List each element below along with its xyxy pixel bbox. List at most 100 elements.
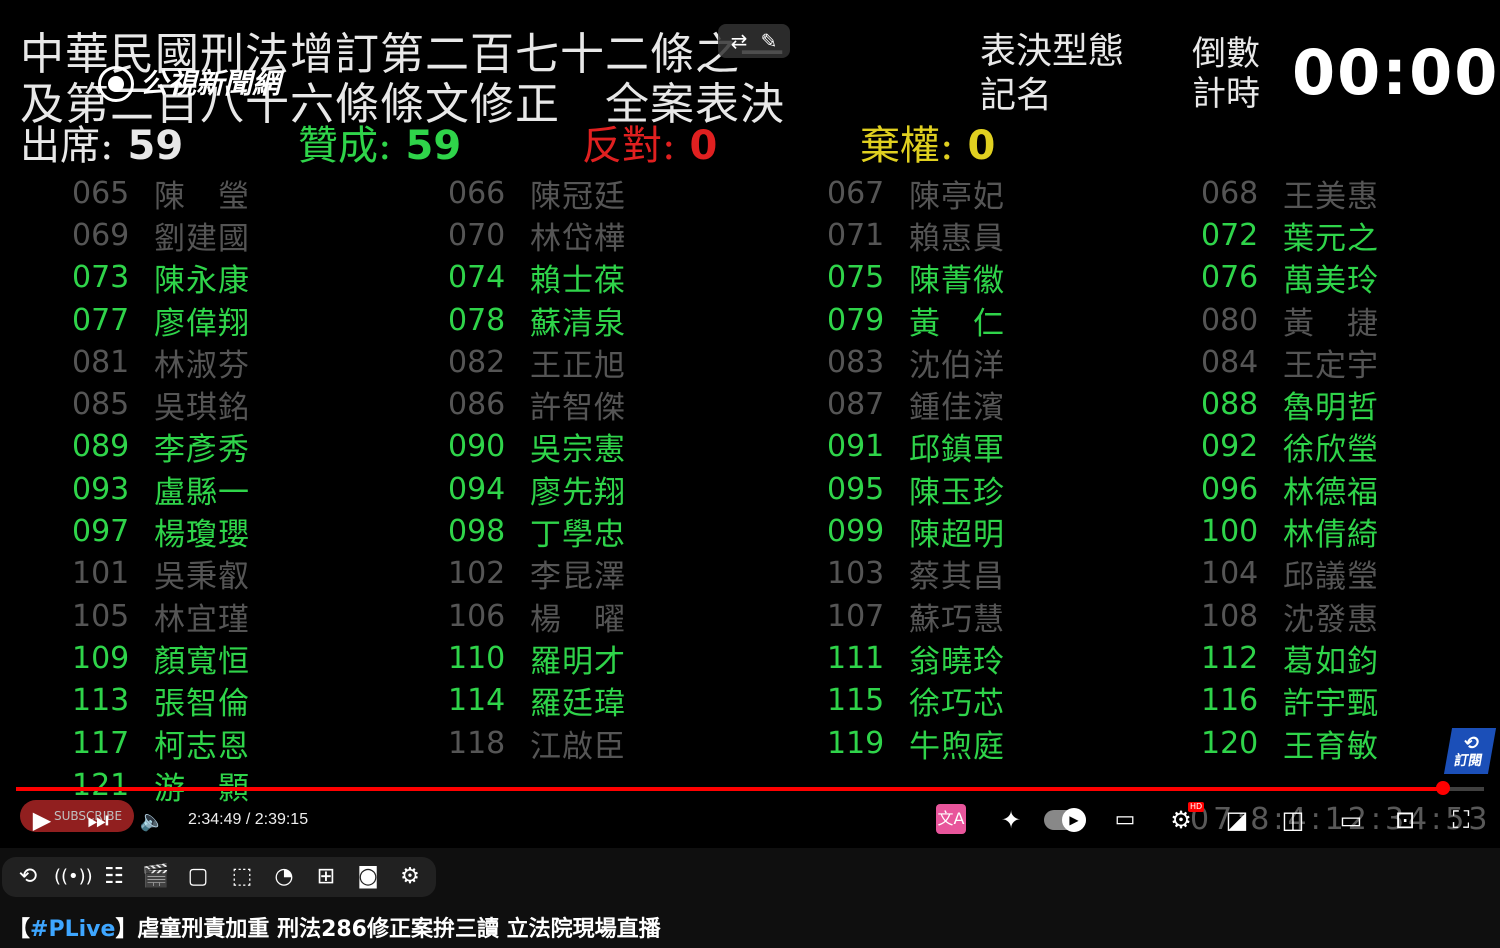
legislator-name: 李彥秀: [154, 432, 250, 469]
legislator-name: 楊 曜: [530, 601, 626, 638]
legislator-name: 廖偉翔: [154, 305, 250, 342]
loop-icon[interactable]: ⟲: [12, 861, 44, 893]
legislator-name: 陳超明: [909, 517, 1005, 554]
legislator-name: 陳 瑩: [154, 178, 250, 215]
dotted-frame-icon[interactable]: ⬚: [226, 861, 258, 893]
legislator-entry: 072 葉元之: [1201, 214, 1500, 257]
sparkle-frame-icon[interactable]: ⊞: [310, 861, 342, 893]
vote-type-block: 表決型態 記名: [980, 30, 1124, 118]
legislator-entry: 114 羅廷瑋: [448, 680, 808, 722]
seat-number: 089: [72, 429, 130, 465]
seat-number: 065: [72, 175, 130, 211]
seat-number: 091: [827, 429, 885, 465]
legislator-name: 羅明才: [530, 643, 626, 680]
legislator-entry: 094 廖先翔: [448, 468, 808, 511]
seat-number: 107: [827, 598, 885, 634]
miniplayer-icon[interactable]: ◪: [1222, 802, 1252, 838]
vote-type-label: 表決型態: [980, 31, 1125, 72]
stat-abstain-label: 棄權:: [860, 123, 954, 169]
pip-icon[interactable]: ◫: [1278, 802, 1308, 838]
seat-number: 086: [448, 387, 506, 423]
legislator-entry: 112 葛如鈞: [1201, 637, 1500, 680]
gear-icon[interactable]: ⚙: [394, 861, 426, 893]
legislator-name: 鍾佳濱: [909, 390, 1005, 427]
live-signal-icon[interactable]: ((•)): [54, 861, 93, 893]
legislator-name: 徐巧芯: [909, 686, 1005, 723]
countdown-label: 倒數 計時: [1192, 34, 1260, 114]
next-icon[interactable]: ⏭: [84, 802, 112, 838]
legislator-name: 翁曉玲: [909, 643, 1005, 680]
countdown-timer: 00:00: [1292, 36, 1500, 109]
corner-subscribe-label: 訂閱: [1452, 753, 1484, 769]
seat-number: 104: [1201, 556, 1259, 592]
video-title-hashtag[interactable]: #PLive: [30, 917, 115, 942]
progress-bar[interactable]: [16, 787, 1484, 791]
vote-stats: 出席: 59 贊成: 59 反對: 0 棄權: 0: [0, 124, 1100, 168]
seat-number: 070: [448, 217, 506, 253]
seat-number: 077: [72, 302, 130, 338]
stat-no: 反對: 0: [582, 124, 717, 168]
view-tracker-icon[interactable]: ☷: [98, 861, 130, 893]
legislator-entry: 069 劉建國: [72, 214, 432, 257]
stat-yes-value: 59: [405, 123, 462, 169]
note-icon[interactable]: ✎: [754, 28, 784, 54]
progress-bar-played: [16, 787, 1444, 791]
progress-scrubber-handle[interactable]: [1436, 781, 1451, 795]
seat-number: 071: [827, 217, 885, 253]
volume-icon[interactable]: 🔈: [138, 802, 166, 838]
seat-number: 084: [1201, 344, 1259, 380]
cast-icon[interactable]: ⊡: [1390, 802, 1420, 838]
legislator-entry: 101 吳秉叡: [72, 553, 432, 595]
legislator-entry: 116 許宇甄: [1201, 680, 1500, 722]
legislator-name: 牛煦庭: [909, 728, 1005, 765]
seat-number: 076: [1201, 260, 1259, 296]
legislator-name: 沈發惠: [1283, 601, 1379, 638]
translate-icon[interactable]: 文A: [936, 804, 966, 834]
legislator-entry: 078 蘇清泉: [448, 299, 808, 342]
legislator-entry: 117 柯志恩: [72, 722, 432, 765]
legislator-entry: 108 沈發惠: [1201, 595, 1500, 638]
legislator-entry: 087 鍾佳濱: [827, 383, 1187, 427]
video-title: 【#PLive】虐童刑責加重 刑法286修正案拚三讀 立法院現場直播: [8, 912, 661, 948]
speed-gauge-icon[interactable]: ◔: [268, 861, 300, 893]
seat-number: 087: [827, 387, 885, 423]
seat-number: 082: [448, 344, 506, 380]
legislator-entry: 079 黃 仁: [827, 299, 1187, 342]
swap-icon[interactable]: ⇄: [724, 28, 754, 54]
play-icon[interactable]: ▶: [28, 802, 56, 838]
seat-number: 072: [1201, 217, 1259, 253]
corner-subscribe-badge[interactable]: ⟲ 訂閱: [1443, 728, 1497, 774]
seat-number: 102: [448, 556, 506, 592]
legislator-name: 陳亭妃: [909, 178, 1005, 215]
legislator-entry: 074 賴士葆: [448, 257, 808, 299]
autoplay-toggle[interactable]: ▶: [1044, 808, 1086, 832]
legislator-entry: 083 沈伯洋: [827, 341, 1187, 384]
legislator-name: 黃 仁: [909, 305, 1005, 342]
legislator-name: 沈伯洋: [909, 347, 1005, 384]
time-display: 2:34:49 / 2:39:15: [188, 811, 309, 828]
legislator-name: 許智傑: [530, 390, 626, 427]
captions-icon[interactable]: ▭: [1110, 802, 1140, 838]
clapper-icon[interactable]: 🎬: [140, 861, 172, 893]
aspect-ratio-icon[interactable]: ▢: [182, 861, 214, 893]
legislator-name: 陳冠廷: [530, 178, 626, 215]
theater-mode-icon[interactable]: ▭: [1336, 802, 1366, 838]
legislator-entry: 095 陳玉珍: [827, 468, 1187, 511]
seat-number: 066: [448, 175, 506, 211]
seat-number: 093: [72, 471, 130, 507]
legislator-roster: 065 陳 瑩 069 劉建國 073 陳永康 077 廖偉翔 081 林淑芬 085 吳琪銘 089 李…: [0, 172, 1500, 807]
legislator-entry: 066 陳冠廷: [448, 172, 808, 215]
legislator-name: 魯明哲: [1283, 390, 1379, 427]
vote-type-value: 記名: [980, 75, 1053, 116]
fullscreen-icon[interactable]: ⛶: [1446, 802, 1476, 838]
legislator-name: 萬美玲: [1283, 263, 1379, 300]
video-player[interactable]: 中華民國刑法增訂第二百七十二條之一 及第二百八十六條條文修正 全案表決 公視新聞…: [0, 0, 1500, 848]
camera-icon[interactable]: ◙: [352, 861, 384, 893]
legislator-name: 林德福: [1283, 474, 1379, 511]
seat-number: 079: [827, 302, 885, 338]
sparkle-icon[interactable]: ✦: [996, 802, 1026, 838]
legislator-entry: 113 張智倫: [72, 680, 432, 722]
legislator-name: 丁學忠: [530, 517, 626, 554]
channel-watermark-logo: 公視新聞網: [98, 64, 280, 104]
seat-number: 094: [448, 471, 506, 507]
